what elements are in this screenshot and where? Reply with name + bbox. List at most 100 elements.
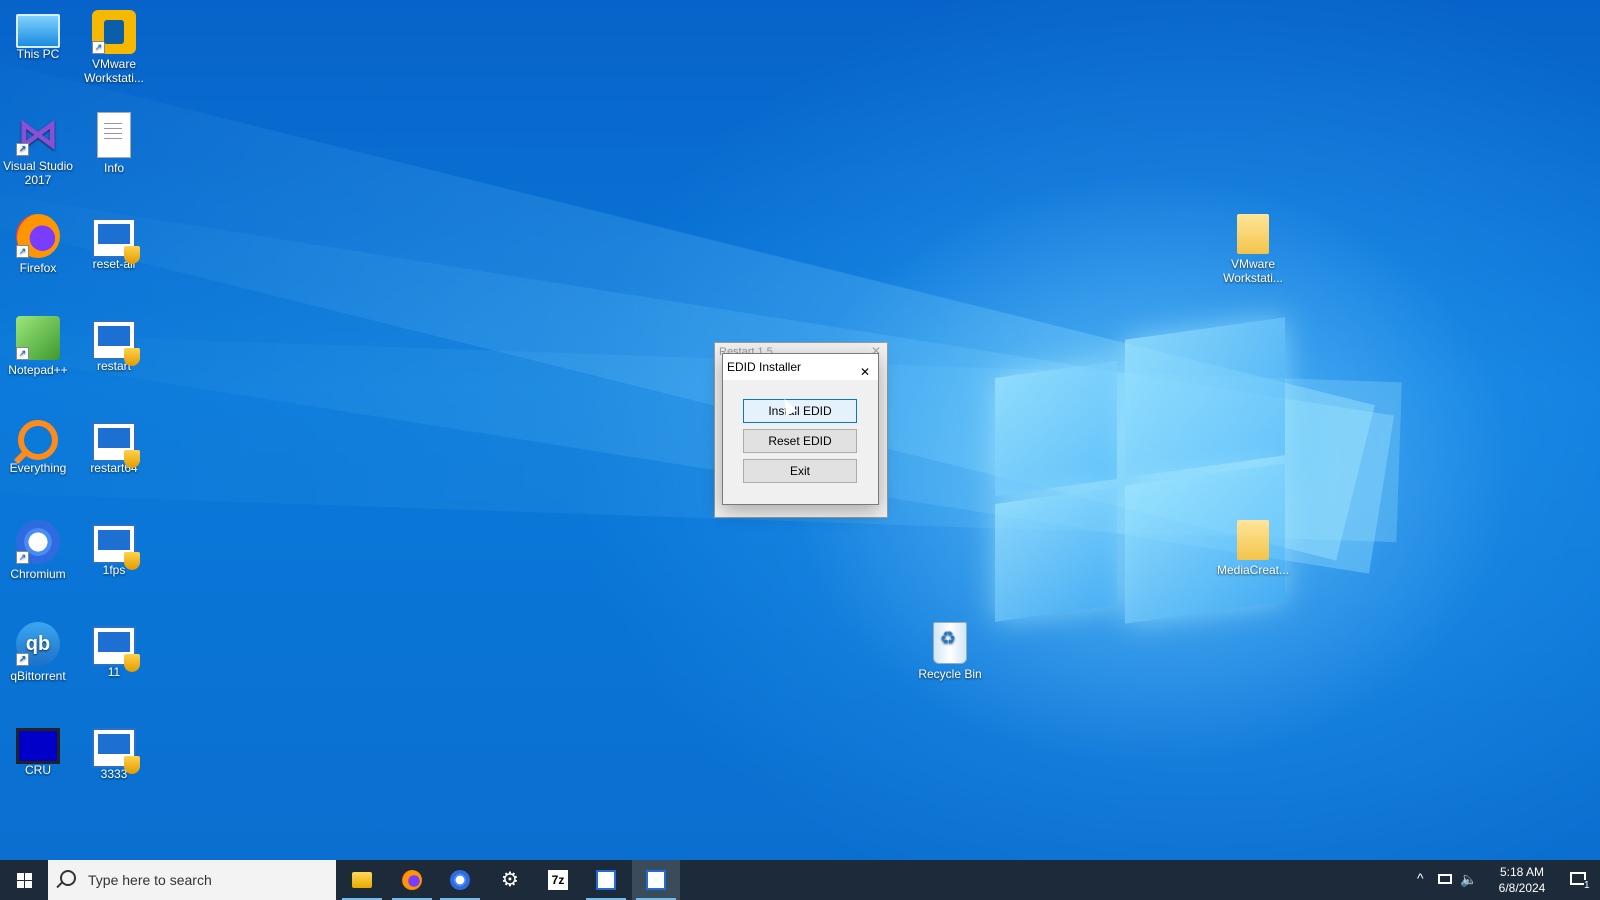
batch-file-icon bbox=[92, 626, 140, 672]
shortcut-arrow-icon: ↗ bbox=[92, 41, 105, 54]
desktop-icon-qbittorrent[interactable]: qb ↗ qBittorrent bbox=[1, 622, 75, 683]
taskbar: Type here to search ⚙ 7z ^ 🔈 5:18 AM 6/8… bbox=[0, 860, 1600, 900]
icon-label: This PC bbox=[16, 47, 60, 61]
desktop-icon-11[interactable]: 11 bbox=[77, 622, 151, 679]
edid-installer-icon bbox=[646, 870, 666, 890]
dialog-titlebar[interactable]: EDID Installer ✕ bbox=[723, 354, 878, 380]
settings-icon: ⚙ bbox=[501, 869, 519, 891]
action-center-button[interactable]: 1 bbox=[1560, 860, 1600, 900]
taskbar-file-explorer[interactable] bbox=[338, 860, 386, 900]
folder-icon bbox=[1237, 214, 1269, 254]
desktop-icon-3333[interactable]: 3333 bbox=[77, 724, 151, 781]
show-hidden-icons-button[interactable]: ^ bbox=[1412, 860, 1432, 900]
icon-label: MediaCreat... bbox=[1216, 563, 1290, 577]
desktop-icon-info[interactable]: Info bbox=[77, 112, 151, 175]
windows-start-icon bbox=[17, 873, 32, 888]
search-icon bbox=[60, 870, 76, 886]
desktop-icon-restart[interactable]: restart bbox=[77, 316, 151, 373]
taskbar-search-box[interactable]: Type here to search bbox=[48, 860, 336, 900]
notification-count: 1 bbox=[1584, 880, 1590, 891]
shortcut-arrow-icon: ↗ bbox=[16, 653, 29, 666]
icon-label: Visual Studio 2017 bbox=[3, 159, 73, 187]
taskbar-batch-window[interactable] bbox=[582, 860, 630, 900]
recycle-bin-icon bbox=[933, 622, 967, 664]
batch-file-icon bbox=[92, 218, 140, 264]
close-button[interactable]: ✕ bbox=[856, 358, 872, 379]
batch-window-icon bbox=[596, 870, 616, 890]
network-tray-button[interactable] bbox=[1434, 860, 1456, 900]
desktop-icon-vmware-folder[interactable]: VMware Workstati... bbox=[1216, 214, 1290, 285]
network-icon bbox=[1438, 874, 1452, 884]
firefox-icon: ↗ bbox=[16, 214, 60, 258]
7zip-icon: 7z bbox=[548, 870, 568, 890]
batch-file-icon bbox=[92, 320, 140, 366]
desktop-icon-everything[interactable]: Everything bbox=[1, 418, 75, 475]
text-document-icon bbox=[97, 112, 131, 158]
desktop[interactable]: This PC ↗ VMware Workstati... ⋈ ↗ Visual … bbox=[0, 0, 1600, 860]
search-placeholder: Type here to search bbox=[88, 872, 212, 888]
shortcut-arrow-icon: ↗ bbox=[16, 551, 29, 564]
qbittorrent-icon: qb ↗ bbox=[16, 622, 60, 666]
clock-time: 5:18 AM bbox=[1499, 865, 1545, 879]
icon-label: restart bbox=[96, 359, 131, 373]
desktop-icon-visual-studio[interactable]: ⋈ ↗ Visual Studio 2017 bbox=[1, 110, 75, 188]
desktop-icon-1fps[interactable]: 1fps bbox=[77, 520, 151, 577]
taskbar-chromium[interactable] bbox=[436, 860, 484, 900]
clock-date: 6/8/2024 bbox=[1498, 881, 1546, 895]
close-icon: ✕ bbox=[860, 365, 871, 379]
icon-label: restart64 bbox=[90, 461, 138, 475]
desktop-icon-vmware[interactable]: ↗ VMware Workstati... bbox=[77, 10, 151, 85]
desktop-icon-this-pc[interactable]: This PC bbox=[1, 10, 75, 61]
desktop-icon-recycle-bin[interactable]: Recycle Bin bbox=[913, 622, 987, 681]
icon-label: VMware Workstati... bbox=[1223, 257, 1283, 285]
taskbar-firefox[interactable] bbox=[388, 860, 436, 900]
windows-logo bbox=[995, 307, 1285, 648]
taskbar-clock[interactable]: 5:18 AM 6/8/2024 bbox=[1488, 864, 1556, 896]
desktop-icon-firefox[interactable]: ↗ Firefox bbox=[1, 214, 75, 275]
vmware-icon: ↗ bbox=[92, 10, 136, 54]
notepadpp-icon: ↗ bbox=[16, 316, 60, 360]
computer-icon bbox=[16, 14, 60, 48]
taskbar-7zip[interactable]: 7z bbox=[534, 860, 582, 900]
edid-installer-dialog[interactable]: EDID Installer ✕ Install EDID Reset EDID… bbox=[722, 353, 879, 505]
icon-label: Info bbox=[103, 161, 124, 175]
desktop-icon-cru[interactable]: CRU bbox=[1, 724, 75, 777]
icon-label: Chromium bbox=[10, 567, 66, 581]
shortcut-arrow-icon: ↗ bbox=[16, 143, 29, 156]
taskbar-edid-installer[interactable] bbox=[632, 860, 680, 900]
icon-label: CRU bbox=[25, 763, 51, 777]
file-explorer-icon bbox=[352, 872, 372, 888]
magnifier-icon bbox=[18, 420, 58, 460]
folder-icon bbox=[1237, 520, 1269, 560]
icon-label: qBittorrent bbox=[10, 669, 66, 683]
batch-file-icon bbox=[92, 728, 140, 774]
chevron-up-icon: ^ bbox=[1417, 870, 1424, 886]
reset-edid-button[interactable]: Reset EDID bbox=[743, 429, 857, 453]
batch-file-icon bbox=[92, 422, 140, 468]
icon-label: reset-all bbox=[92, 257, 136, 271]
volume-tray-button[interactable]: 🔈 bbox=[1458, 860, 1480, 900]
volume-muted-icon: 🔈 bbox=[1460, 871, 1478, 887]
icon-label: Firefox bbox=[19, 261, 57, 275]
monitor-icon bbox=[16, 728, 60, 764]
dialog-title: EDID Installer bbox=[727, 360, 802, 374]
icon-label: Notepad++ bbox=[8, 363, 68, 377]
icon-label: 1fps bbox=[102, 563, 126, 577]
icon-label: 11 bbox=[107, 665, 121, 679]
taskbar-settings[interactable]: ⚙ bbox=[486, 860, 534, 900]
visual-studio-icon: ⋈ ↗ bbox=[16, 110, 59, 157]
desktop-icon-mediacreation[interactable]: MediaCreat... bbox=[1216, 520, 1290, 577]
shortcut-arrow-icon: ↗ bbox=[16, 245, 29, 258]
batch-file-icon bbox=[92, 524, 140, 570]
firefox-icon bbox=[402, 870, 422, 890]
desktop-icon-restart64[interactable]: restart64 bbox=[77, 418, 151, 475]
start-button[interactable] bbox=[0, 860, 48, 900]
desktop-icon-reset-all[interactable]: reset-all bbox=[77, 214, 151, 271]
install-edid-button[interactable]: Install EDID bbox=[743, 399, 857, 423]
chromium-icon bbox=[450, 870, 470, 890]
icon-label: Recycle Bin bbox=[918, 667, 982, 681]
exit-button[interactable]: Exit bbox=[743, 459, 857, 483]
icon-label: 3333 bbox=[100, 767, 128, 781]
desktop-icon-notepadpp[interactable]: ↗ Notepad++ bbox=[1, 316, 75, 377]
desktop-icon-chromium[interactable]: ↗ Chromium bbox=[1, 520, 75, 581]
